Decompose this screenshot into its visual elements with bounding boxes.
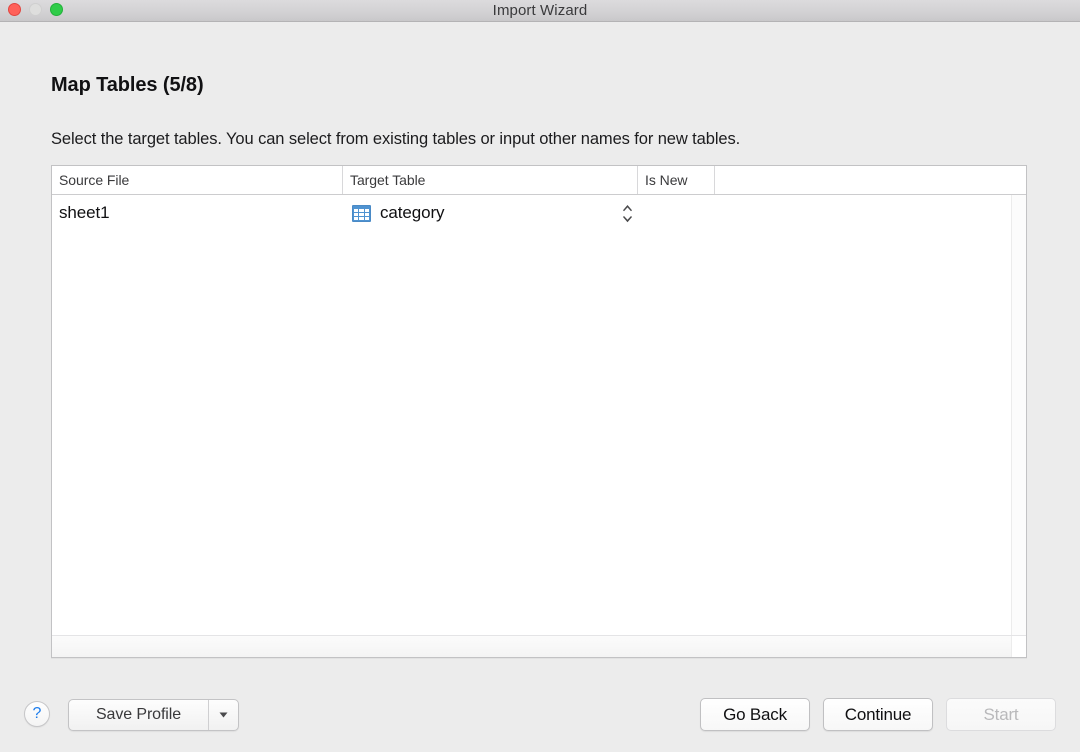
cell-target-table[interactable]: category [343,195,638,231]
wizard-navigation-buttons: Go Back Continue Start [700,698,1056,731]
vertical-scrollbar[interactable] [1011,195,1026,635]
target-table-value: category [380,203,444,223]
table-row[interactable]: sheet1 category [52,195,1026,231]
help-button[interactable]: ? [24,701,50,727]
save-profile-split-button[interactable]: Save Profile [68,699,239,731]
go-back-button[interactable]: Go Back [700,698,810,731]
column-header-source-file[interactable]: Source File [52,166,343,194]
title-bar: Import Wizard [0,0,1080,22]
target-table-stepper-icon[interactable] [620,200,634,226]
column-header-is-new[interactable]: Is New [638,166,715,194]
table-grid-icon [352,205,371,222]
table-body: sheet1 category [52,195,1026,657]
import-wizard-window: Import Wizard Map Tables (5/8) Select th… [0,0,1080,752]
mapping-table: Source File Target Table Is New sheet1 c… [51,165,1027,658]
page-title: Map Tables (5/8) [51,74,204,97]
column-header-target-table[interactable]: Target Table [343,166,638,194]
save-profile-button[interactable]: Save Profile [69,700,208,730]
table-header-row: Source File Target Table Is New [52,166,1026,195]
dialog-content: Map Tables (5/8) Select the target table… [0,22,1080,752]
window-title: Import Wizard [0,0,1080,21]
dialog-footer: ? Save Profile Go Back Continue Start [0,636,1080,752]
cell-is-new [638,195,715,231]
column-header-spacer [715,166,1026,194]
chevron-down-icon [219,712,228,718]
start-button: Start [946,698,1056,731]
cell-source-file: sheet1 [52,195,343,231]
page-description: Select the target tables. You can select… [51,130,740,149]
continue-button[interactable]: Continue [823,698,933,731]
save-profile-menu-button[interactable] [208,700,238,730]
